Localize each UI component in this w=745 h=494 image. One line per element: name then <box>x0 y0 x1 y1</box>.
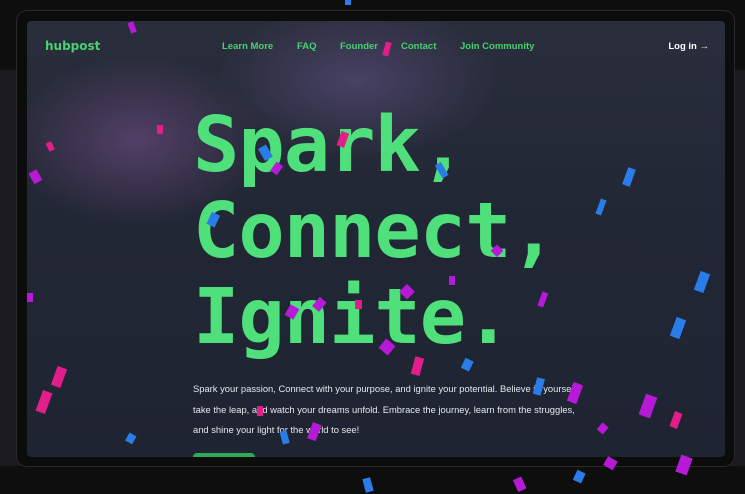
backdrop-bottom <box>0 466 745 494</box>
nav-learn-more[interactable]: Learn More <box>222 41 273 52</box>
hero-headline: Spark, Connect, Ignite. <box>193 101 557 362</box>
hero-description: Spark your passion, Connect with your pu… <box>193 383 579 435</box>
login-link[interactable]: Log in → <box>668 41 709 52</box>
nav-founder[interactable]: Founder <box>340 41 378 52</box>
nav-contact[interactable]: Contact <box>401 41 436 52</box>
nav-join-community[interactable]: Join Community <box>460 41 534 52</box>
nav-faq[interactable]: FAQ <box>297 41 317 52</box>
cta-button[interactable] <box>193 453 255 457</box>
headline-line-ignite: Ignite. <box>193 273 512 362</box>
headline-line-connect: Connect, <box>193 187 557 276</box>
headline-line-spark: Spark, <box>193 101 466 190</box>
website-screen: hubpost Learn More FAQ Founder Contact J… <box>27 21 725 457</box>
top-nav: Learn More FAQ Founder Contact Join Comm… <box>27 41 725 55</box>
